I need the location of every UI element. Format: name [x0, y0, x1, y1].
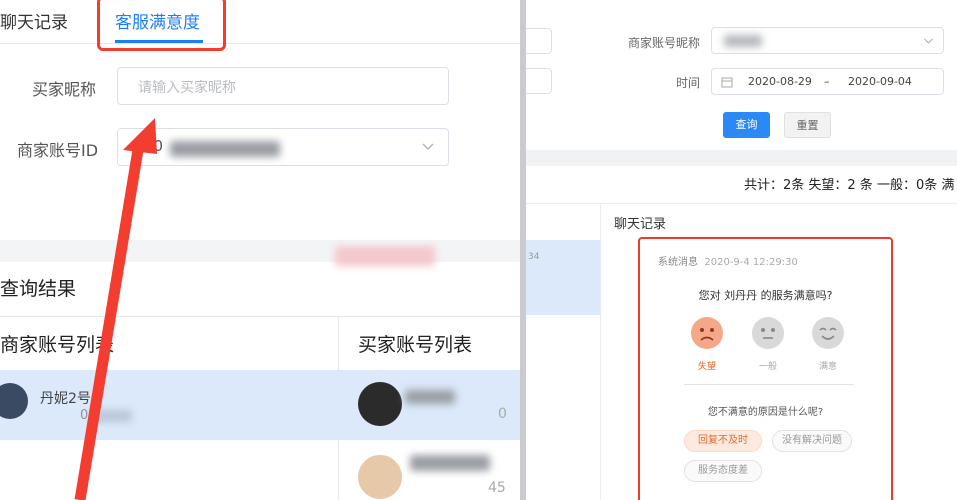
tab-bar: 聊天记录 客服满意度: [0, 0, 520, 51]
date-range-picker[interactable]: 2020-08-29 – 2020-09-04: [711, 68, 944, 95]
screenshot-stage: 聊天记录 客服满意度 买家昵称 请输入买家昵称 商家账号ID 00 查询结果 商…: [0, 0, 957, 500]
stats-summary: 共计：2条 失望：2 条 一般：0条 满: [744, 178, 955, 193]
session-fragment: 34: [528, 252, 540, 262]
buyer-row-tail: 0: [498, 406, 507, 422]
buyer-list-header: 买家账号列表: [358, 334, 473, 356]
buyer-avatar: [358, 382, 402, 426]
face-label-neutral: 一般: [758, 362, 777, 372]
time-label: 时间: [676, 76, 701, 90]
merchant-nick-label: 商家账号昵称: [628, 36, 701, 50]
chevron-down-icon[interactable]: [420, 138, 436, 154]
reason-question: 您不满意的原因是什么呢?: [707, 407, 824, 418]
right-panel: 商家账号昵称 时间 2020-08-29 – 2020-09-04 查询 重置 …: [526, 0, 957, 500]
merchant-nick-select[interactable]: [711, 27, 944, 54]
neutral-face-icon[interactable]: [752, 317, 784, 349]
tab-chat-records[interactable]: 聊天记录: [0, 8, 68, 33]
system-message-label: 系统消息 2020-9-4 12:29:30: [658, 257, 798, 268]
chevron-down-icon[interactable]: [922, 34, 935, 47]
reason-tag-slow-reply[interactable]: 回复不及时: [684, 430, 762, 452]
redacted-blur: [170, 141, 280, 157]
section-gap: [0, 240, 520, 262]
column-divider: [600, 203, 601, 500]
divider: [526, 203, 957, 204]
card-divider: [684, 384, 854, 385]
date-end: 2020-09-04: [848, 75, 912, 88]
date-start: 2020-08-29: [748, 75, 812, 88]
query-button[interactable]: 查询: [723, 112, 770, 138]
disappointed-face-icon[interactable]: [691, 317, 723, 349]
buyer-row-tail: 45: [488, 480, 506, 496]
face-label-satisfied: 满意: [818, 362, 837, 372]
redacted-blur: [335, 246, 435, 266]
highlight-box-tab: [97, 0, 226, 51]
merchant-id-select[interactable]: 00: [117, 128, 449, 166]
redacted-blur: [92, 410, 132, 422]
buyer-avatar: [358, 455, 402, 499]
chat-records-title: 聊天记录: [614, 217, 667, 232]
buyer-nick-label: 买家昵称: [32, 80, 97, 99]
merchant-id-label: 商家账号ID: [17, 141, 99, 160]
reason-tag-bad-attitude[interactable]: 服务态度差: [684, 460, 762, 482]
section-gap: [526, 150, 957, 166]
merchant-id-value: 00: [144, 137, 164, 155]
cut-off-input[interactable]: [526, 68, 552, 94]
face-label-disappointed: 失望: [697, 362, 716, 372]
divider: [0, 316, 520, 317]
reset-button[interactable]: 重置: [784, 112, 831, 138]
buyer-nick-placeholder: 请输入买家昵称: [138, 80, 236, 96]
buyer-nick-input[interactable]: 请输入买家昵称: [117, 67, 449, 105]
left-panel: 聊天记录 客服满意度 买家昵称 请输入买家昵称 商家账号ID 00 查询结果 商…: [0, 0, 520, 500]
redacted-blur: [405, 390, 455, 404]
merchant-list-header: 商家账号列表: [0, 334, 115, 356]
redacted-blur: [410, 455, 490, 471]
results-title: 查询结果: [0, 278, 77, 300]
satisfaction-question: 您对 刘丹丹 的服务满意吗?: [698, 289, 833, 302]
redacted-blur: [724, 35, 762, 47]
satisfied-face-icon[interactable]: [812, 317, 844, 349]
cut-off-input[interactable]: [526, 28, 552, 54]
date-separator: –: [824, 75, 830, 88]
merchant-name: 丹妮2号: [40, 391, 91, 407]
calendar-icon: [721, 77, 733, 88]
reason-tag-unresolved[interactable]: 没有解决问题: [772, 430, 852, 452]
satisfaction-card: 系统消息 2020-9-4 12:29:30 您对 刘丹丹 的服务满意吗? 失望…: [638, 237, 893, 500]
